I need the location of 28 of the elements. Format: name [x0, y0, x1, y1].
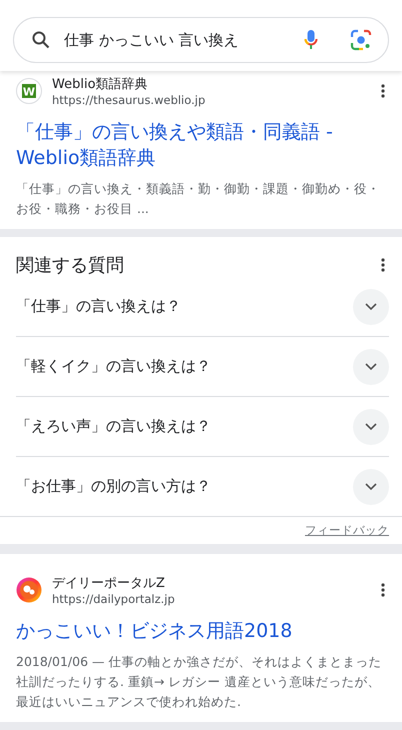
- result-snippet: 「仕事」の言い換え・類義語・勤・御勤・課題・御勤め・役・お役・職務・お役目 ...: [16, 180, 381, 218]
- chevron-icon: [365, 482, 377, 490]
- site-logo-icon: [16, 577, 42, 603]
- search-field[interactable]: 仕事 かっこいい 言い換え: [13, 17, 389, 63]
- question-text[interactable]: 「お仕事」の別の言い方は？: [16, 477, 211, 496]
- site-url: https://thesaurus.weblio.jp: [52, 93, 206, 107]
- site-url: https://dailyportalz.jp: [52, 592, 176, 606]
- microphone-icon[interactable]: [304, 29, 318, 51]
- result-title-link[interactable]: かっこいい！ビジネス用語2018: [16, 618, 389, 644]
- question-text[interactable]: 「仕事」の言い換えは？: [16, 297, 181, 316]
- result-snippet: 2018/01/06 — 仕事の軸とか強さだが、それはよくまとまった社訓だったりする. 重鎮→ レガシー 遺産という意味だったが、最近はいいニュアンスで使われ始めた.: [16, 653, 382, 711]
- chevron-icon: [365, 302, 377, 310]
- more-options-icon[interactable]: [381, 258, 385, 272]
- chevron-icon: [365, 422, 377, 430]
- site-name: Weblio類語辞典: [52, 76, 149, 93]
- camera-icon[interactable]: [350, 29, 372, 51]
- site-name: デイリーポータルZ: [52, 575, 166, 592]
- section-heading: 関連する質問: [16, 254, 124, 277]
- search-query: 仕事 かっこいい 言い換え: [64, 30, 240, 50]
- question-text[interactable]: 「軽くイク」の言い換えは？: [16, 357, 211, 376]
- site-logo-icon: W: [16, 78, 42, 104]
- result-title-link[interactable]: 「仕事」の言い換えや類語・同義語 - Weblio類語辞典: [16, 119, 389, 171]
- more-options-icon[interactable]: [381, 84, 385, 98]
- chevron-icon: [365, 362, 377, 370]
- search-icon: [32, 31, 50, 49]
- question-text[interactable]: 「えろい声」の言い換えは？: [16, 417, 211, 436]
- feedback-link[interactable]: フィードバック: [305, 523, 389, 538]
- more-options-icon[interactable]: [381, 583, 385, 597]
